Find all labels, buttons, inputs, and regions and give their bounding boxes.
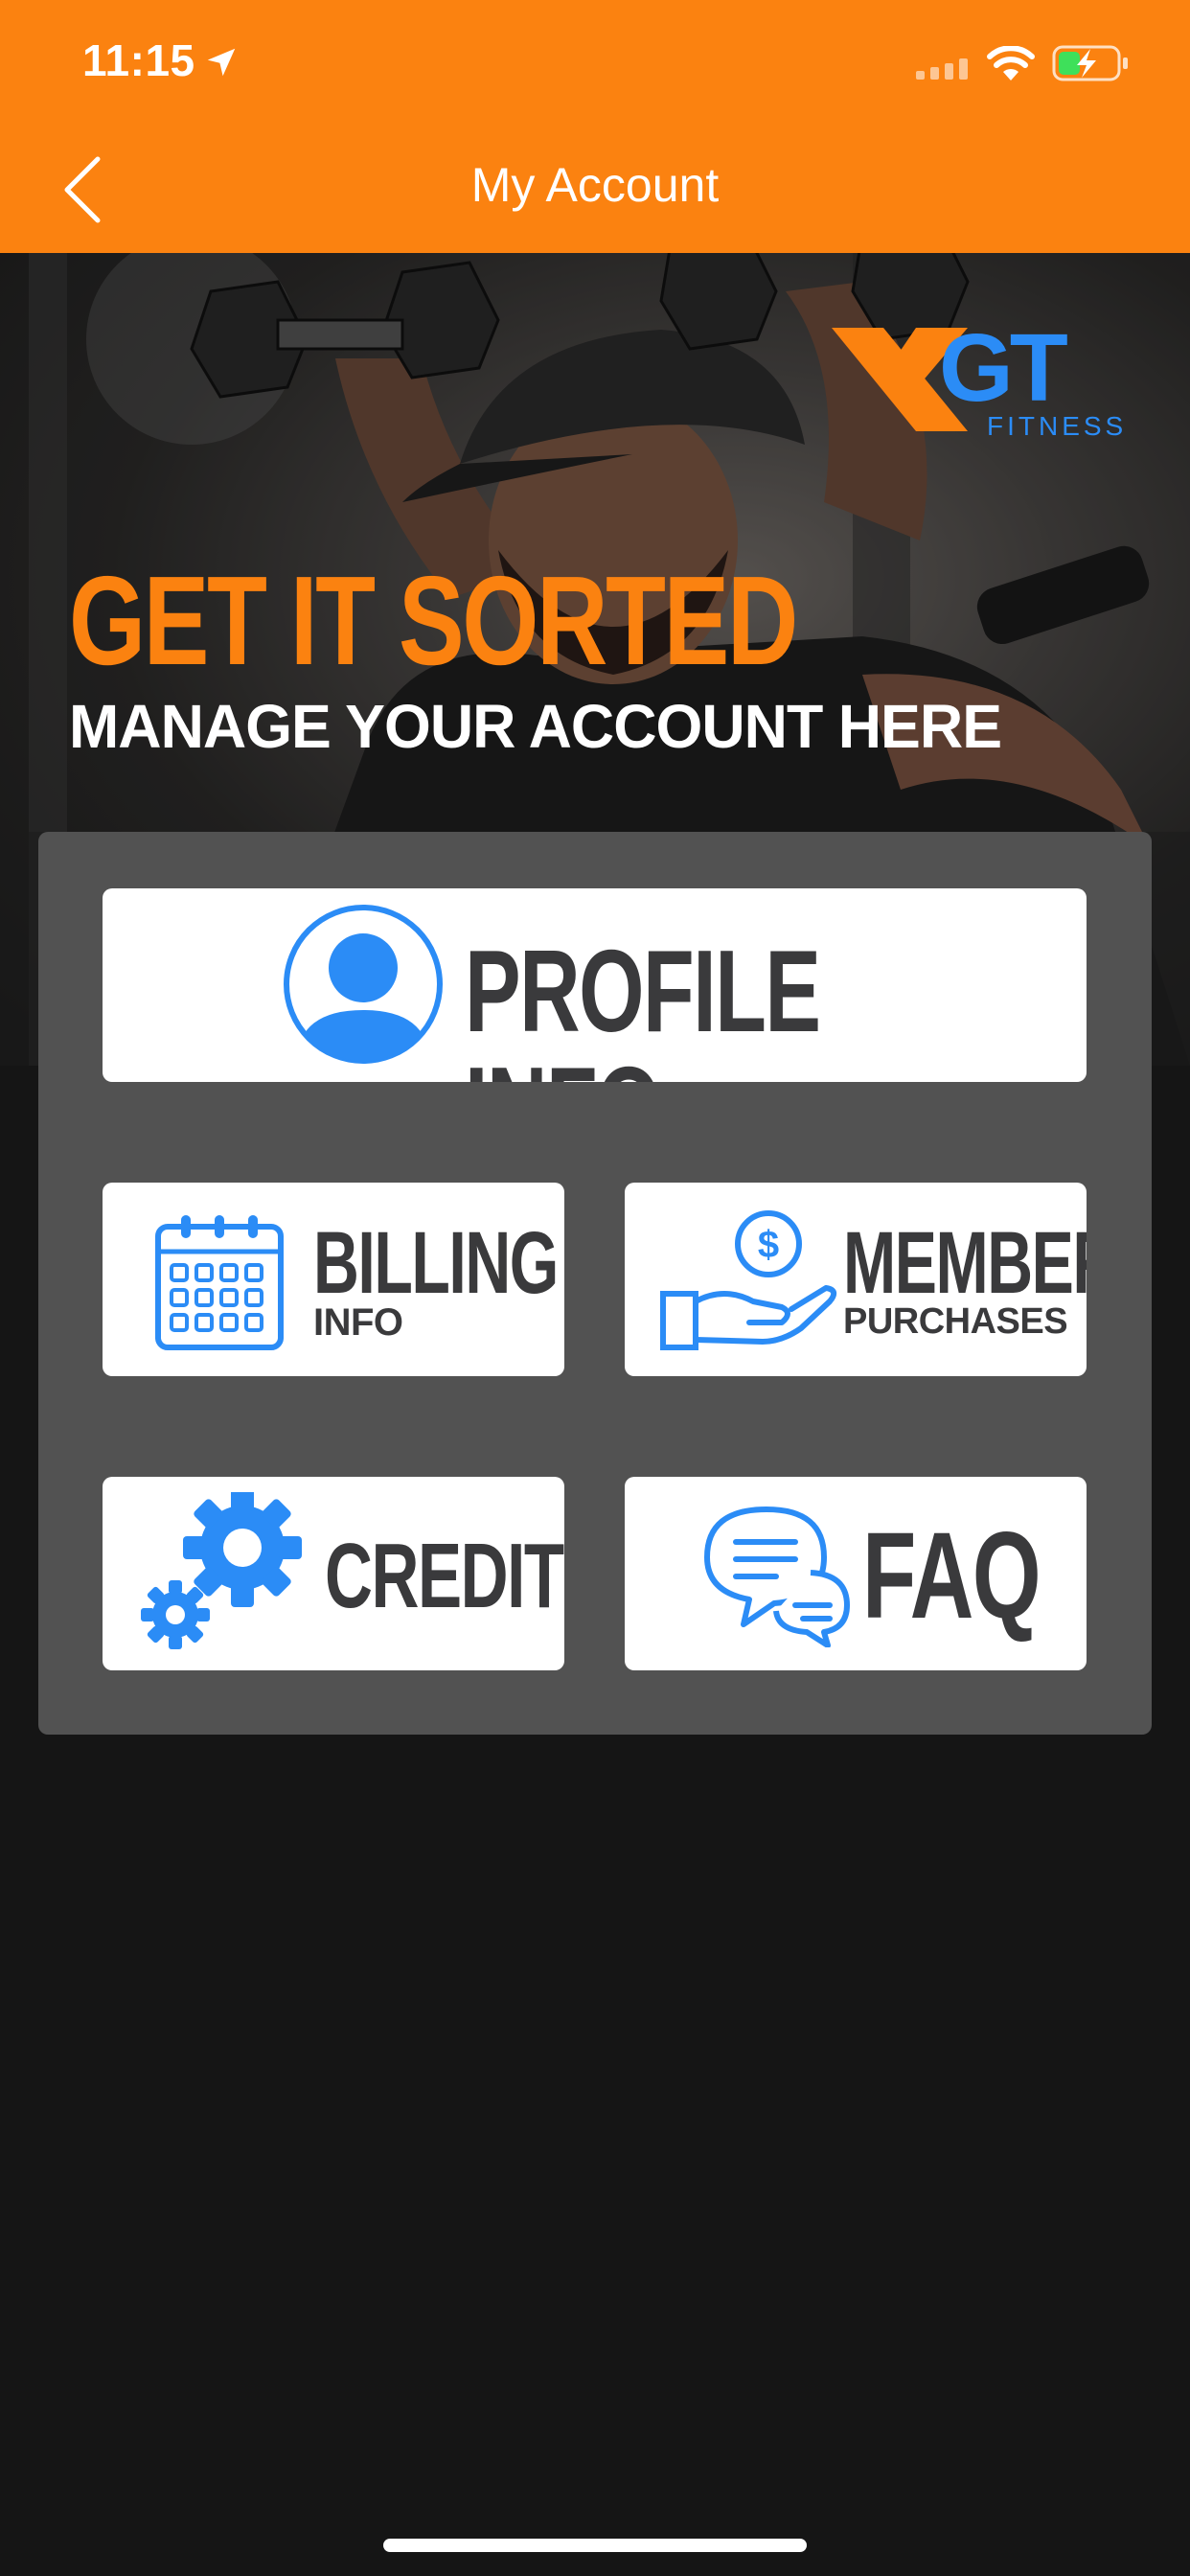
billing-info-button[interactable]: BILLING INFO (103, 1183, 564, 1376)
member-purchases-button[interactable]: $ MEMBER PURCHASES (625, 1183, 1087, 1376)
cellular-signal-icon (916, 58, 968, 80)
chat-bubbles-icon (704, 1506, 850, 1647)
billing-label: BILLING (313, 1214, 559, 1312)
account-menu-panel: PROFILE INFO BILLING INFO (38, 832, 1152, 1735)
hero-subheadline: MANAGE YOUR ACCOUNT HERE (69, 692, 1002, 761)
hand-dollar-icon: $ (660, 1210, 837, 1350)
wifi-icon (987, 46, 1035, 80)
calendar-icon (155, 1215, 284, 1350)
status-time: 11:15 (82, 35, 195, 85)
location-arrow-icon (207, 48, 236, 77)
svg-text:GT: GT (939, 314, 1068, 422)
faq-button[interactable]: FAQ (625, 1477, 1087, 1670)
svg-text:FITNESS: FITNESS (987, 411, 1127, 441)
home-indicator (383, 2539, 807, 2552)
top-bar: 11:15 My Account (0, 0, 1190, 253)
faq-label: FAQ (862, 1507, 1041, 1644)
svg-text:$: $ (758, 1224, 779, 1266)
member-label: MEMBER (843, 1214, 1087, 1312)
gears-icon (141, 1492, 302, 1649)
credits-button[interactable]: CREDITS (103, 1477, 564, 1670)
hero-headline: GET IT SORTED (69, 550, 798, 691)
billing-sublabel: INFO (313, 1301, 403, 1344)
xgt-fitness-logo: GT FITNESS (832, 314, 1127, 441)
battery-charging-icon (1052, 45, 1128, 81)
user-icon (284, 905, 443, 1064)
profile-info-label: PROFILE INFO (465, 926, 821, 1082)
credits-label: CREDITS (325, 1525, 564, 1627)
purchases-sublabel: PURCHASES (843, 1301, 1068, 1342)
page-title: My Account (470, 158, 720, 212)
profile-info-button[interactable]: PROFILE INFO (103, 888, 1087, 1082)
